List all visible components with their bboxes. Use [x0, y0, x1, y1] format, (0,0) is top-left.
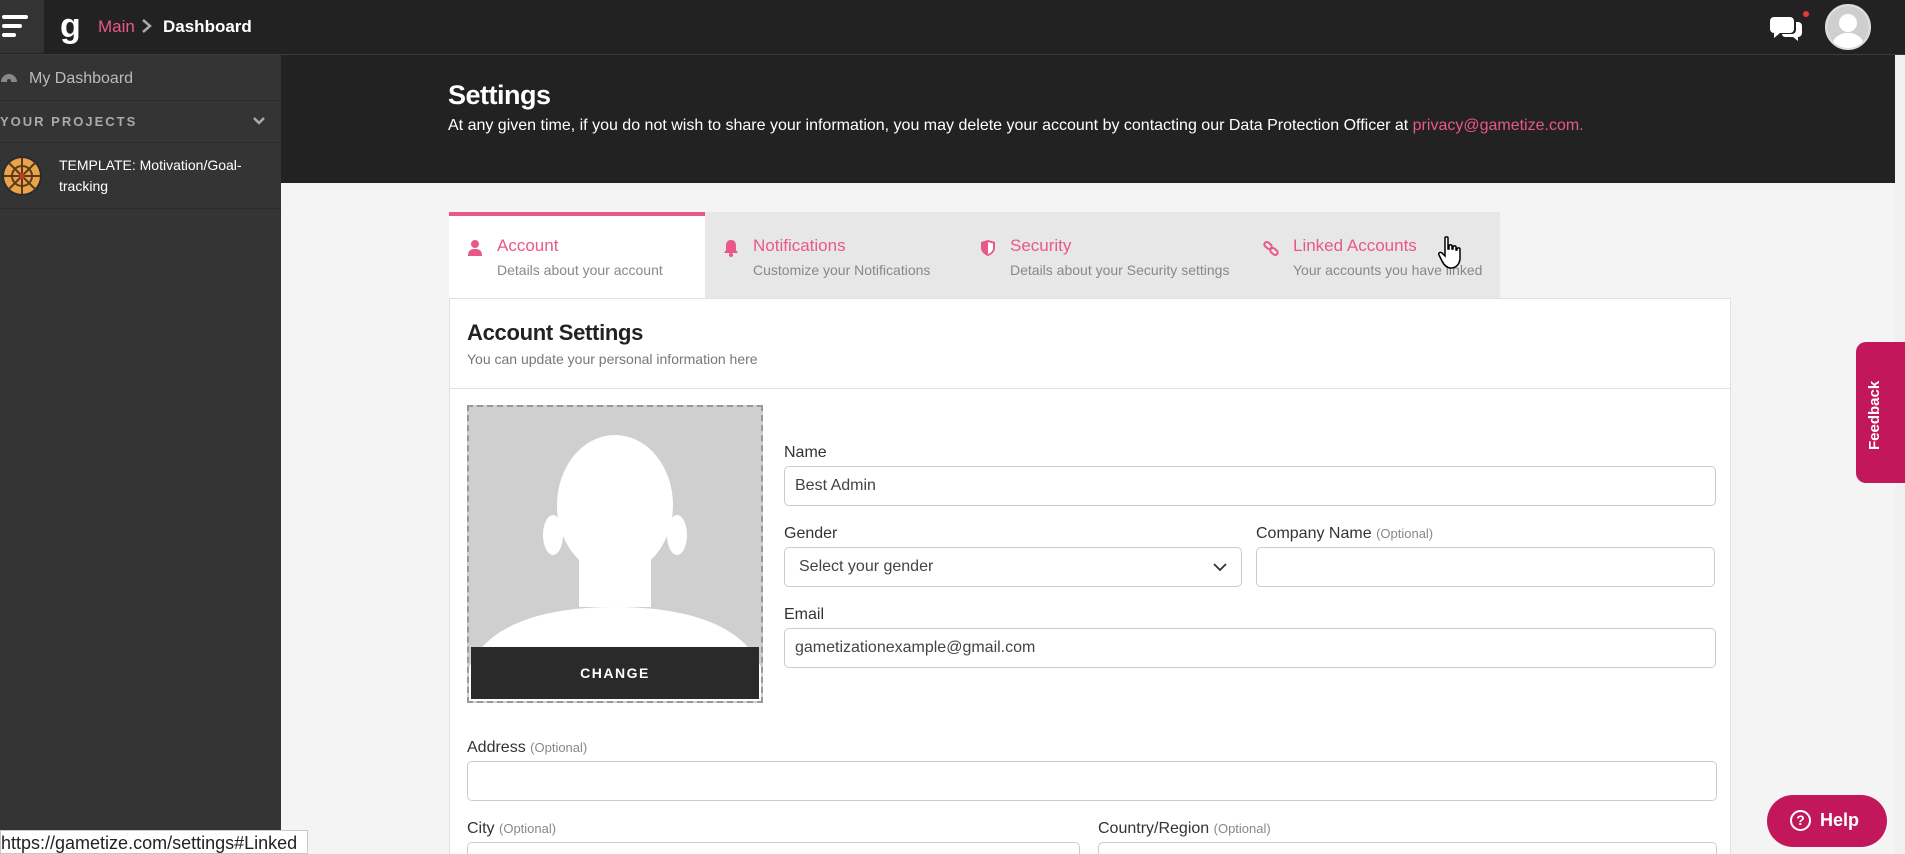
chat-icon[interactable]	[1768, 13, 1804, 41]
address-label: Address (Optional)	[467, 739, 588, 756]
change-photo-button[interactable]: CHANGE	[471, 647, 759, 699]
top-bar: g Main Dashboard	[0, 0, 1905, 55]
card-subtitle: You can update your personal information…	[467, 351, 758, 367]
tab-security[interactable]: Security Details about your Security set…	[962, 212, 1245, 298]
hand-cursor-icon	[1438, 236, 1461, 269]
profile-photo[interactable]: CHANGE	[467, 405, 763, 703]
card-title: Account Settings	[467, 320, 644, 345]
tab-account[interactable]: Account Details about your account	[449, 212, 705, 298]
feedback-button[interactable]: Feedback	[1856, 342, 1905, 483]
user-icon	[468, 240, 482, 256]
question-icon: ?	[1790, 810, 1811, 831]
project-thumbnail	[2, 156, 42, 196]
link-icon	[1263, 241, 1279, 256]
email-field[interactable]	[784, 628, 1716, 668]
sidebar-project-item[interactable]: TEMPLATE: Motivation/Goal-tracking	[0, 143, 281, 209]
address-field[interactable]	[467, 761, 1717, 801]
city-label: City (Optional)	[467, 820, 557, 837]
name-label: Name	[784, 444, 827, 461]
privacy-email-link[interactable]: privacy@gametize.com.	[1413, 117, 1584, 134]
chevron-down-icon	[1213, 563, 1227, 572]
sidebar-item-dashboard[interactable]: My Dashboard	[0, 55, 281, 101]
sidebar: My Dashboard YOUR PROJECTS TEMPLATE: Mot…	[0, 55, 281, 854]
notification-dot	[1803, 11, 1809, 17]
tab-notifications[interactable]: Notifications Customize your Notificatio…	[705, 212, 962, 298]
projects-heading[interactable]: YOUR PROJECTS	[0, 101, 281, 143]
shield-icon	[981, 240, 995, 256]
card-header: Account Settings You can update your per…	[450, 299, 1730, 389]
page-subtitle: At any given time, if you do not wish to…	[448, 117, 1584, 134]
breadcrumb-main[interactable]: Main	[98, 17, 135, 37]
gender-select[interactable]: Select your gender	[784, 547, 1242, 587]
page-title: Settings	[448, 80, 551, 110]
sidebar-item-label: My Dashboard	[29, 70, 134, 87]
name-field[interactable]	[784, 466, 1716, 506]
project-name: TEMPLATE: Motivation/Goal-tracking	[59, 157, 242, 194]
city-field[interactable]	[467, 842, 1080, 854]
dashboard-icon	[1, 74, 17, 83]
gender-label: Gender	[784, 525, 838, 542]
user-avatar[interactable]	[1825, 4, 1871, 50]
country-label: Country/Region (Optional)	[1098, 820, 1271, 837]
bell-icon	[724, 240, 738, 257]
menu-icon[interactable]	[0, 0, 44, 53]
country-field[interactable]	[1098, 842, 1717, 854]
email-label: Email	[784, 606, 825, 623]
gametize-logo[interactable]: g	[58, 6, 86, 46]
svg-text:g: g	[60, 7, 81, 45]
chevron-right-icon	[142, 19, 152, 33]
status-url: https://gametize.com/settings#Linked	[0, 830, 309, 854]
company-field[interactable]	[1256, 547, 1715, 587]
company-label: Company Name (Optional)	[1256, 525, 1434, 542]
breadcrumb-current: Dashboard	[163, 17, 252, 36]
chevron-down-icon	[253, 117, 265, 125]
help-button[interactable]: ? Help	[1767, 795, 1887, 847]
